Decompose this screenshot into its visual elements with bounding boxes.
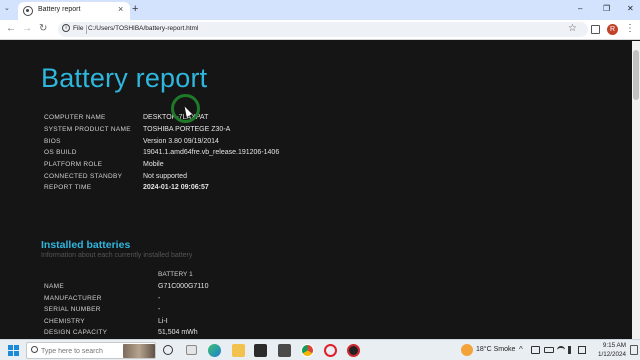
tray-app-icon[interactable]	[531, 346, 540, 354]
tab-title: Battery report	[38, 6, 81, 13]
taskbar: 18°C Smoke ^ 9:15 AM 1/12/2024	[0, 339, 640, 360]
forward-button[interactable]: →	[22, 23, 32, 34]
widgets-icon[interactable]	[186, 345, 197, 355]
info-label: COMPUTER NAME	[44, 114, 106, 121]
tab-search-icon[interactable]: ⌄	[4, 4, 10, 12]
info-value: TOSHIBA PORTEGE Z30-A	[143, 126, 231, 133]
battery-icon[interactable]	[544, 347, 554, 353]
task-view-icon[interactable]	[163, 345, 173, 355]
battery-value: -	[158, 306, 161, 313]
battery-value: 51,504 mWh	[158, 329, 198, 336]
address-separator	[86, 25, 87, 34]
tab-close-icon[interactable]: ×	[118, 4, 123, 14]
info-label: REPORT TIME	[44, 184, 92, 191]
chrome-icon[interactable]	[301, 344, 314, 357]
info-value: Not supported	[143, 173, 187, 180]
info-value: Version 3.80 09/19/2014	[143, 138, 219, 145]
info-label: OS BUILD	[44, 149, 77, 156]
scrollbar-thumb[interactable]	[633, 50, 639, 100]
info-value: Mobile	[143, 161, 164, 168]
battery-label: MANUFACTURER	[44, 295, 102, 302]
browser-menu-icon[interactable]: ⋮	[625, 23, 635, 34]
browser-toolbar: ← → ↻ i File C:/Users/TOSHIBA/battery-re…	[0, 20, 640, 40]
file-chip[interactable]: File	[73, 25, 83, 32]
wifi-icon[interactable]	[557, 346, 565, 354]
mail-icon[interactable]	[278, 344, 291, 357]
reload-button[interactable]: ↻	[39, 23, 47, 34]
battery-column-header: BATTERY 1	[158, 271, 193, 278]
volume-icon[interactable]	[568, 346, 577, 354]
address-bar[interactable]: i File C:/Users/TOSHIBA/battery-report.h…	[58, 22, 588, 37]
profile-avatar[interactable]: R	[607, 24, 618, 35]
info-value: 19041.1.amd64fre.vb_release.191206-1406	[143, 149, 280, 156]
info-label: CONNECTED STANDBY	[44, 173, 123, 180]
weather-icon[interactable]	[461, 344, 473, 356]
edge-icon[interactable]	[208, 344, 221, 357]
battery-label: CHEMISTRY	[44, 318, 85, 325]
globe-icon	[23, 6, 33, 16]
taskbar-search-box[interactable]	[26, 342, 156, 359]
store-icon[interactable]	[254, 344, 267, 357]
search-icon	[31, 346, 38, 353]
file-explorer-icon[interactable]	[232, 344, 245, 357]
new-tab-button[interactable]: +	[132, 3, 138, 15]
battery-label: DESIGN CAPACITY	[44, 329, 108, 336]
battery-value: G71C000G7110	[158, 283, 209, 290]
back-button[interactable]: ←	[6, 23, 16, 34]
notification-icon[interactable]	[630, 345, 638, 355]
info-value: 2024-01-12 09:06:57	[143, 184, 209, 191]
windows-start-button[interactable]	[8, 345, 19, 356]
language-icon[interactable]	[578, 346, 586, 354]
installed-batteries-subheading: Information about each currently install…	[41, 252, 193, 259]
search-highlight-image	[123, 344, 155, 358]
info-label: PLATFORM ROLE	[44, 161, 103, 168]
system-clock[interactable]: 9:15 AM 1/12/2024	[588, 342, 626, 359]
page-title: Battery report	[41, 63, 208, 93]
tab-battery-report[interactable]: Battery report ×	[18, 2, 130, 20]
start-logo-pane	[14, 351, 19, 356]
start-logo-pane	[14, 345, 19, 350]
weather-text[interactable]: 18°C Smoke	[476, 346, 515, 353]
info-label: SYSTEM PRODUCT NAME	[44, 126, 131, 133]
bookmark-star-icon[interactable]: ☆	[568, 23, 577, 34]
opera-icon[interactable]	[324, 344, 337, 357]
maximize-button[interactable]: ❐	[603, 4, 610, 13]
battery-label: SERIAL NUMBER	[44, 306, 101, 313]
side-panel-icon[interactable]	[591, 25, 600, 34]
battery-value: Li-I	[158, 318, 168, 325]
address-url[interactable]: C:/Users/TOSHIBA/battery-report.html	[88, 25, 198, 32]
start-logo-pane	[8, 345, 13, 350]
battery-value: -	[158, 295, 161, 302]
info-label: BIOS	[44, 138, 61, 145]
minimize-button[interactable]: –	[578, 4, 582, 13]
opera-gx-icon[interactable]	[347, 344, 360, 357]
clock-time: 9:15 AM	[602, 342, 626, 349]
installed-batteries-heading: Installed batteries	[41, 239, 131, 251]
close-window-button[interactable]: ✕	[627, 4, 634, 13]
tray-chevron-icon[interactable]: ^	[519, 345, 523, 354]
start-logo-pane	[8, 351, 13, 356]
clock-date: 1/12/2024	[597, 350, 626, 358]
battery-label: NAME	[44, 283, 64, 290]
info-icon[interactable]: i	[62, 24, 70, 32]
tab-strip: ⌄ Battery report × + – ❐ ✕	[0, 0, 640, 20]
